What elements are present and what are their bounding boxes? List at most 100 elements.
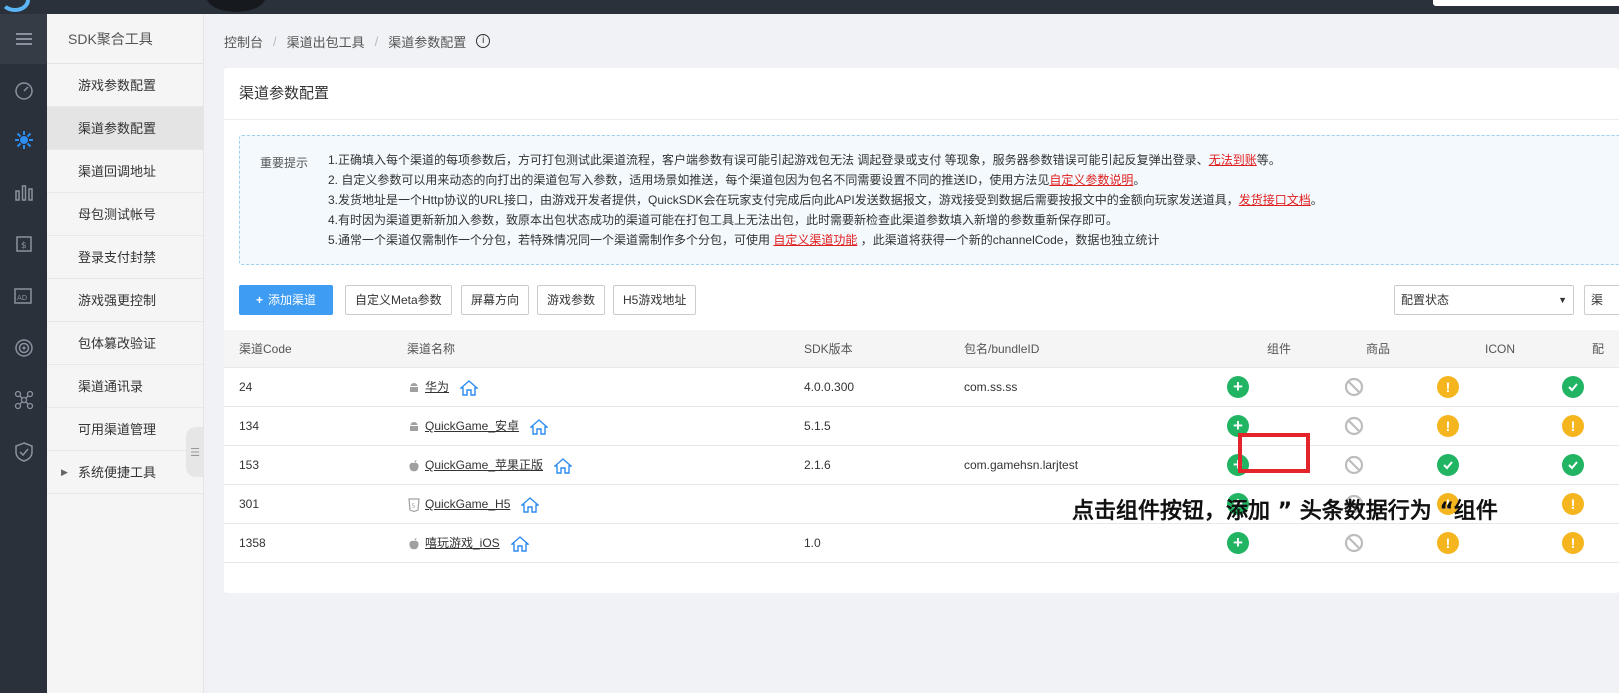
icon-status-warning-icon[interactable]: !: [1437, 376, 1459, 398]
add-component-button[interactable]: +: [1227, 532, 1249, 554]
top-bar: [0, 0, 1619, 14]
config-status-warning-icon[interactable]: !: [1562, 415, 1584, 437]
icon-status-ok-icon[interactable]: [1437, 454, 1459, 476]
channel-name-link[interactable]: QuickGame_安卓: [425, 407, 519, 446]
avatar[interactable]: [206, 0, 266, 12]
home-icon[interactable]: [510, 535, 530, 553]
col-header-code: 渠道Code: [239, 342, 292, 356]
h5-game-url-button[interactable]: H5游戏地址: [613, 285, 697, 315]
config-status-warning-icon[interactable]: !: [1562, 493, 1584, 515]
home-icon[interactable]: [553, 457, 573, 475]
target-icon[interactable]: [0, 328, 47, 368]
breadcrumb-item-console[interactable]: 控制台: [224, 32, 263, 51]
network-icon[interactable]: [0, 380, 47, 420]
link-delivery-doc[interactable]: 发货接口文档: [1239, 193, 1311, 207]
home-icon[interactable]: [459, 379, 479, 397]
submenu-group-label: 系统便捷工具: [78, 465, 157, 480]
submenu-item-force-update[interactable]: 游戏强更控制: [47, 279, 203, 322]
submenu-item-channel-params[interactable]: 渠道参数配置: [47, 107, 203, 150]
submenu-item-login-pay-ban[interactable]: 登录支付封禁: [47, 236, 203, 279]
link-custom-channel[interactable]: 自定义渠道功能: [773, 233, 857, 247]
channel-name-link[interactable]: 嘻玩游戏_iOS: [425, 524, 500, 563]
hamburger-menu-icon[interactable]: [0, 14, 47, 64]
channel-code: 134: [239, 419, 260, 433]
config-status-select[interactable]: 配置状态 ▼: [1394, 285, 1574, 315]
notice-line-3: 3.发货地址是一个Http协议的URL接口，由游戏开发者提供，QuickSDK会…: [328, 190, 1323, 210]
home-icon[interactable]: [520, 496, 540, 514]
finance-icon[interactable]: $: [0, 224, 47, 264]
add-channel-button[interactable]: + 添加渠道: [239, 285, 334, 315]
link-custom-params[interactable]: 自定义参数说明: [1049, 173, 1133, 187]
notice-line-2: 2. 自定义参数可以用来动态的向打出的渠道包写入参数，适用场景如推送，每个渠道包…: [328, 170, 1323, 190]
notice-text: 5.通常一个渠道仅需制作一个分包，若特殊情况同一个渠道需制作多个分包，可使用: [328, 233, 774, 247]
product-disabled-icon[interactable]: [1344, 455, 1364, 475]
statistics-icon[interactable]: [0, 172, 47, 212]
submenu-item-channel-contacts[interactable]: 渠道通讯录: [47, 365, 203, 408]
submenu-item-callback-url[interactable]: 渠道回调地址: [47, 150, 203, 193]
col-header-name: 渠道名称: [407, 342, 456, 356]
product-disabled-icon[interactable]: [1344, 416, 1364, 436]
screen-orientation-button[interactable]: 屏幕方向: [461, 285, 530, 315]
submenu-item-channel-manage[interactable]: 可用渠道管理: [47, 408, 203, 451]
extra-filter-select[interactable]: 渠: [1584, 285, 1619, 315]
sdk-tools-icon[interactable]: [0, 120, 47, 160]
channel-name-cell: 嘻玩游戏_iOS: [407, 524, 530, 563]
shield-icon[interactable]: [0, 432, 47, 472]
channel-code: 153: [239, 458, 260, 472]
svg-text:AD: AD: [17, 294, 27, 302]
top-search-input[interactable]: [1433, 0, 1619, 6]
channel-name-link[interactable]: QuickGame_H5: [425, 485, 510, 524]
product-disabled-icon[interactable]: [1344, 533, 1364, 553]
channel-code: 24: [239, 380, 253, 394]
home-icon[interactable]: [529, 418, 549, 436]
custom-meta-button[interactable]: 自定义Meta参数: [345, 285, 452, 315]
config-status-warning-icon[interactable]: !: [1562, 532, 1584, 554]
icon-status-warning-icon[interactable]: !: [1437, 415, 1459, 437]
plus-icon: +: [256, 293, 264, 307]
submenu-group-system-tools[interactable]: ▶ 系统便捷工具: [47, 451, 203, 494]
submenu-item-game-params[interactable]: 游戏参数配置: [47, 64, 203, 107]
page-title: 渠道参数配置: [224, 68, 1619, 120]
col-header-product: 商品: [1366, 342, 1391, 356]
html5-icon: 5: [407, 497, 421, 512]
col-header-bundle: 包名/bundleID: [964, 342, 1040, 356]
collapse-sidebar-handle[interactable]: ☰: [186, 427, 204, 477]
important-notice: 重要提示 1.正确填入每个渠道的每项参数后，方可打包测试此渠道流程，客户端参数有…: [239, 135, 1619, 265]
link-no-arrival[interactable]: 无法到账: [1209, 153, 1257, 167]
ad-icon[interactable]: AD: [0, 276, 47, 316]
submenu-item-tamper-check[interactable]: 包体篡改验证: [47, 322, 203, 365]
table-row: 134 QuickGame_安卓 5.1.5 +!!: [224, 407, 1619, 446]
sdk-version: 4.0.0.300: [804, 380, 855, 394]
add-component-button[interactable]: +: [1227, 376, 1249, 398]
config-status-ok-icon[interactable]: [1562, 454, 1584, 476]
col-header-config: 配: [1592, 342, 1605, 356]
breadcrumb-separator: /: [374, 33, 379, 49]
icon-status-warning-icon[interactable]: !: [1437, 532, 1459, 554]
game-params-button[interactable]: 游戏参数: [537, 285, 606, 315]
notice-line-1: 1.正确填入每个渠道的每项参数后，方可打包测试此渠道流程，客户端参数有误可能引起…: [328, 150, 1323, 170]
col-header-component: 组件: [1267, 342, 1292, 356]
dropdown-arrow-icon: ▼: [1558, 295, 1567, 305]
dashboard-icon[interactable]: [0, 70, 47, 110]
channel-name-cell: QuickGame_安卓: [407, 407, 549, 446]
info-icon[interactable]: i: [476, 34, 491, 48]
add-channel-label: 添加渠道: [268, 293, 317, 307]
android-icon: [407, 420, 421, 434]
channel-name-cell: QuickGame_苹果正版: [407, 446, 573, 485]
product-disabled-icon[interactable]: [1344, 377, 1364, 397]
submenu-item-test-account[interactable]: 母包测试帐号: [47, 193, 203, 236]
channel-name-cell: 华为: [407, 368, 479, 407]
android-icon: [407, 381, 421, 395]
notice-line-4: 4.有时因为渠道更新新加入参数，致原本出包状态成功的渠道可能在打包工具上无法出包…: [328, 213, 1119, 227]
config-status-ok-icon[interactable]: [1562, 376, 1584, 398]
sdk-version: 5.1.5: [804, 419, 831, 433]
channel-name-link[interactable]: QuickGame_苹果正版: [425, 446, 543, 485]
channel-code: 301: [239, 497, 260, 511]
notice-text: ，此渠道将获得一个新的channelCode，数据也独立统计: [857, 233, 1160, 247]
app-logo-icon[interactable]: [0, 0, 30, 12]
notice-line-5: 5.通常一个渠道仅需制作一个分包，若特殊情况同一个渠道需制作多个分包，可使用 自…: [328, 230, 1323, 250]
channel-name-link[interactable]: 华为: [425, 368, 449, 407]
breadcrumb-item-packaging[interactable]: 渠道出包工具: [287, 32, 365, 51]
highlight-box: [1238, 433, 1310, 473]
svg-text:$: $: [21, 241, 27, 251]
